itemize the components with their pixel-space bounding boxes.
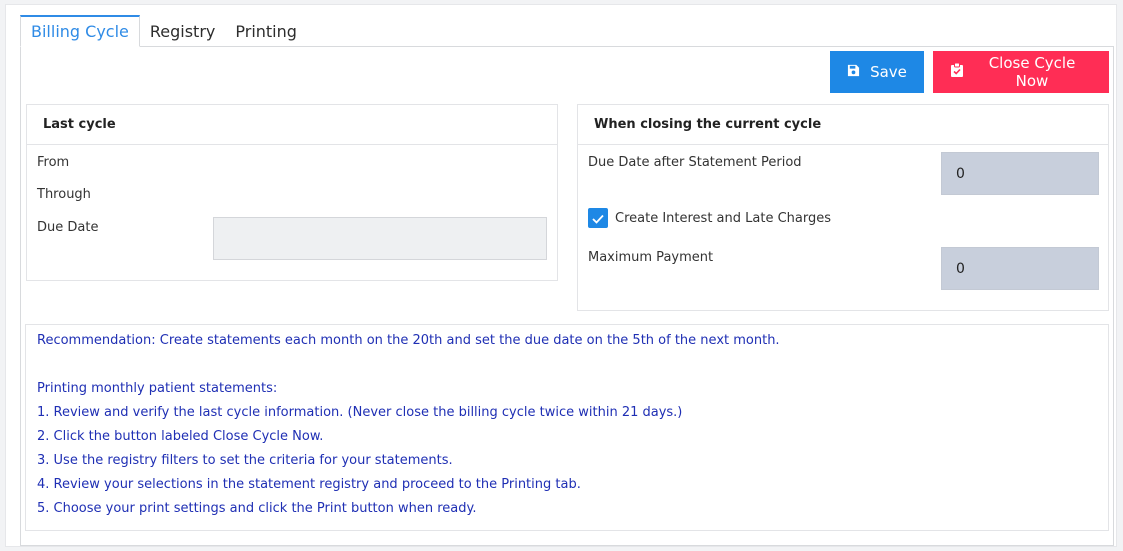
due-date-label: Due Date <box>37 220 99 235</box>
due-after-input[interactable]: 0 <box>941 152 1099 195</box>
instructions-panel: Recommendation: Create statements each m… <box>25 324 1109 531</box>
tab-billing-cycle[interactable]: Billing Cycle <box>20 15 140 47</box>
due-after-label: Due Date after Statement Period <box>588 155 802 170</box>
toolbar: Save Close Cycle Now <box>830 51 1109 93</box>
tab-registry[interactable]: Registry <box>140 15 226 47</box>
instruction-step: 5. Choose your print settings and click … <box>37 501 477 516</box>
billing-window: Billing Cycle Registry Printing Save Clo… <box>5 4 1117 547</box>
from-label: From <box>37 155 70 170</box>
instruction-step: 3. Use the registry filters to set the c… <box>37 453 453 468</box>
save-button[interactable]: Save <box>830 51 924 93</box>
clipboard-icon <box>951 62 963 81</box>
due-date-field[interactable] <box>213 217 547 260</box>
tab-bar: Billing Cycle Registry Printing <box>20 13 307 47</box>
interest-checkbox[interactable] <box>588 208 608 228</box>
checkmark-icon <box>592 209 604 228</box>
instruction-step: 2. Click the button labeled Close Cycle … <box>37 429 324 444</box>
instruction-step: 4. Review your selections in the stateme… <box>37 477 581 492</box>
last-cycle-panel: Last cycle From Through Due Date <box>26 104 558 281</box>
billing-cycle-panel: Save Close Cycle Now Last cycle From Thr… <box>20 46 1114 546</box>
save-button-label: Save <box>870 63 907 81</box>
max-payment-label: Maximum Payment <box>588 250 714 265</box>
closing-cycle-title: When closing the current cycle <box>578 105 1108 145</box>
close-cycle-button[interactable]: Close Cycle Now <box>933 51 1109 93</box>
max-payment-input[interactable]: 0 <box>941 247 1099 290</box>
recommendation-text: Recommendation: Create statements each m… <box>37 333 780 348</box>
tab-printing[interactable]: Printing <box>225 15 307 47</box>
closing-cycle-panel: When closing the current cycle Due Date … <box>577 104 1109 311</box>
interest-label: Create Interest and Late Charges <box>615 211 832 226</box>
instructions-heading: Printing monthly patient statements: <box>37 381 278 396</box>
instruction-step: 1. Review and verify the last cycle info… <box>37 405 683 420</box>
close-cycle-button-label: Close Cycle Now <box>988 54 1076 90</box>
last-cycle-title: Last cycle <box>27 105 557 145</box>
through-label: Through <box>37 187 91 202</box>
floppy-disk-icon <box>847 63 860 81</box>
